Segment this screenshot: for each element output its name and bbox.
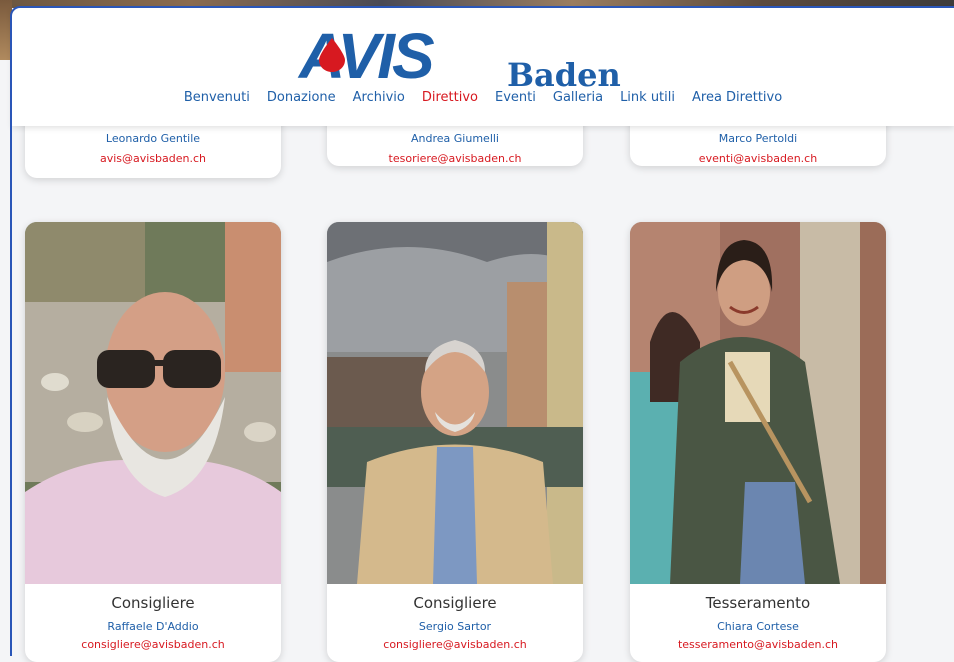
nav-item-donazione[interactable]: Donazione <box>267 90 336 105</box>
logo-wordmark: AVIS <box>297 20 435 92</box>
member-role: Consigliere <box>111 594 195 612</box>
member-card: Consigliere Sergio Sartor consigliere@av… <box>327 222 583 662</box>
member-name: Marco Pertoldi <box>718 132 798 145</box>
nav-item-galleria[interactable]: Galleria <box>553 90 603 105</box>
nav-item-link-utili[interactable]: Link utili <box>620 90 675 105</box>
blood-drop-icon <box>319 38 345 72</box>
nav-item-eventi[interactable]: Eventi <box>495 90 536 105</box>
nav-item-area-direttivo[interactable]: Area Direttivo <box>692 90 782 105</box>
member-photo <box>327 222 583 584</box>
member-name: Chiara Cortese <box>717 620 799 633</box>
member-email-link[interactable]: avis@avisbaden.ch <box>25 152 281 165</box>
member-name: Andrea Giumelli <box>411 132 499 145</box>
member-card: Tesseramento Chiara Cortese tesseramento… <box>630 222 886 662</box>
member-photo <box>630 222 886 584</box>
background-photo-strip-left <box>0 0 12 60</box>
logo-baden-text: Baden <box>507 56 621 94</box>
member-email-link[interactable]: consigliere@avisbaden.ch <box>327 638 583 651</box>
nav-item-archivio[interactable]: Archivio <box>353 90 405 105</box>
nav-item-direttivo[interactable]: Direttivo <box>422 90 478 105</box>
member-name: Raffaele D'Addio <box>107 620 199 633</box>
main-navigation: Benvenuti Donazione Archivio Direttivo E… <box>12 90 954 105</box>
site-header: AVIS Baden Benvenuti Donazione Archivio … <box>12 8 954 126</box>
member-name: Leonardo Gentile <box>105 132 201 145</box>
member-email-link[interactable]: tesseramento@avisbaden.ch <box>630 638 886 651</box>
nav-item-benvenuti[interactable]: Benvenuti <box>184 90 250 105</box>
member-email-link[interactable]: eventi@avisbaden.ch <box>630 152 886 165</box>
member-name: Sergio Sartor <box>418 620 492 633</box>
member-email-link[interactable]: consigliere@avisbaden.ch <box>25 638 281 651</box>
avis-baden-logo[interactable]: AVIS Baden <box>297 20 632 94</box>
member-email-link[interactable]: tesoriere@avisbaden.ch <box>327 152 583 165</box>
member-role: Consigliere <box>413 594 497 612</box>
member-role: Tesseramento <box>705 594 811 612</box>
logo-avis-text: AVIS <box>299 20 435 92</box>
member-photo <box>25 222 281 584</box>
member-card: Consigliere Raffaele D'Addio consigliere… <box>25 222 281 662</box>
